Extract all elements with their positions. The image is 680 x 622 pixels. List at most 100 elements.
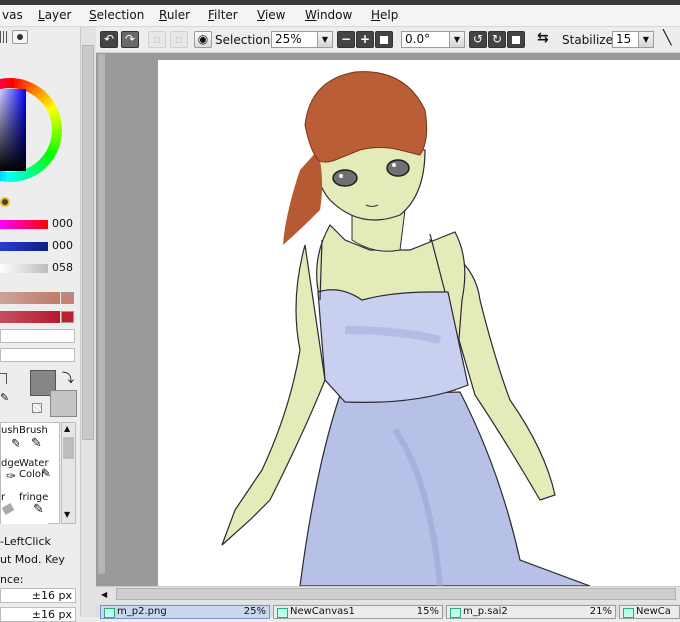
rotation-select[interactable]: 0.0° ▼: [401, 31, 465, 48]
horizontal-scroll-thumb[interactable]: [116, 588, 676, 600]
scroll-left-icon[interactable]: ◀: [101, 590, 107, 599]
stabilizer-value: 15: [616, 32, 632, 46]
minus-icon: −: [340, 32, 352, 46]
tool-label: ush: [1, 425, 19, 436]
deselect-icon: ▫: [152, 32, 162, 46]
tool-label: Brush: [19, 425, 48, 436]
artwork-illustration: [221, 71, 591, 586]
plus-icon: +: [359, 32, 371, 46]
swatch-box-1[interactable]: [61, 292, 74, 304]
tool-watercolor[interactable]: Water Color ✎: [19, 458, 52, 490]
menu-ruler[interactable]: Ruler: [159, 8, 190, 22]
rotate-left-button[interactable]: ↺: [469, 31, 487, 48]
undo-icon: ↶: [103, 32, 115, 46]
tool-brush-2[interactable]: Brush ✎: [19, 425, 48, 457]
document-tab-bar: m_p2.png 25% NewCanvas1 15% m_p.sai2 21% Ne…: [96, 604, 680, 619]
scroll-up-icon[interactable]: ▲: [64, 424, 70, 433]
size-field-1[interactable]: ±16 px: [0, 588, 76, 603]
circle-icon: [17, 34, 23, 40]
scroll-down-icon[interactable]: ▼: [64, 510, 70, 519]
tool-fringe[interactable]: fringe ✎: [19, 492, 48, 524]
menu-help[interactable]: Help: [371, 8, 398, 22]
scroll-thumb[interactable]: [63, 437, 74, 459]
redo-icon: ↷: [124, 32, 136, 46]
zoom-reset-button[interactable]: [375, 31, 393, 48]
zoom-select[interactable]: 25% ▼: [271, 31, 333, 48]
line-tool-icon[interactable]: ╲: [663, 30, 671, 46]
undo-button[interactable]: ↶: [100, 31, 118, 48]
flip-horizontal-icon[interactable]: ⇆: [537, 30, 549, 46]
menu-bar: vas Layer Selection Ruler Filter View Wi…: [0, 5, 680, 27]
stabilizer-select[interactable]: 15 ▼: [612, 31, 654, 48]
brush-icon: ✎: [31, 436, 42, 451]
rotate-right-icon: ↻: [491, 32, 503, 46]
blue-value: 058: [52, 261, 73, 274]
swatch-bar-2[interactable]: [0, 311, 60, 323]
stabilizer-label: Stabilizer: [562, 33, 618, 47]
selection-visibility-button[interactable]: ◉: [194, 31, 212, 48]
background-color[interactable]: [50, 390, 77, 417]
tab-zoom: 15%: [416, 606, 439, 617]
transparent-color-icon[interactable]: [32, 403, 42, 413]
swatch-box-2[interactable]: [61, 311, 74, 323]
red-value: 000: [52, 217, 73, 230]
square-icon: [380, 36, 388, 44]
tab-zoom: 25%: [243, 606, 266, 617]
tab-label: NewCanvas1: [290, 606, 355, 617]
zoom-in-button[interactable]: +: [356, 31, 374, 48]
deselect-button[interactable]: ▫: [148, 31, 166, 48]
tool-scrollbar[interactable]: ▲ ▼: [61, 422, 76, 524]
selection-label: Selection: [215, 33, 271, 47]
swatch-field-1[interactable]: [0, 329, 75, 343]
left-panel-scroll-thumb[interactable]: [82, 45, 94, 440]
chevron-down-icon: ▼: [449, 32, 464, 47]
blue-slider[interactable]: [0, 264, 48, 273]
menu-canvas[interactable]: vas: [2, 8, 23, 22]
swap-colors-icon[interactable]: ⤵: [62, 369, 74, 386]
eraser-icon: [1, 503, 15, 515]
menu-layer[interactable]: Layer: [38, 8, 71, 22]
redo-button[interactable]: ↷: [121, 31, 139, 48]
green-value: 000: [52, 239, 73, 252]
main-toolbar: ↶ ↷ ▫ ▫ ◉ Selection 25% ▼ − + 0.0° ▼ ↺ ↻ ⇆…: [96, 27, 680, 53]
tab-label: m_p2.png: [117, 606, 167, 617]
menu-filter[interactable]: Filter: [208, 8, 238, 22]
tab-label: m_p.sai2: [463, 606, 508, 617]
size-field-2[interactable]: ±16 px: [0, 607, 76, 622]
menu-window[interactable]: Window: [305, 8, 352, 22]
tab-label: NewCa: [636, 606, 671, 617]
edge-icon: ✑: [6, 469, 17, 483]
grid-icon[interactable]: [0, 31, 8, 43]
eye-icon: ◉: [197, 32, 209, 46]
menu-view[interactable]: View: [257, 8, 285, 22]
chevron-down-icon: ▼: [638, 32, 653, 47]
invert-icon: ▫: [174, 32, 184, 46]
invert-selection-button[interactable]: ▫: [170, 31, 188, 48]
swatch-bar-1[interactable]: [0, 292, 60, 304]
color-wheel[interactable]: [0, 47, 80, 217]
menu-selection[interactable]: Selection: [89, 8, 144, 22]
chevron-down-icon: ▼: [317, 32, 332, 47]
tool-label: dge: [1, 458, 20, 469]
swatch-field-2[interactable]: [0, 348, 75, 362]
rotate-right-button[interactable]: ↻: [488, 31, 506, 48]
zoom-out-button[interactable]: −: [337, 31, 355, 48]
pen-icon[interactable]: ✎: [0, 391, 9, 404]
swap-corner-icon: [0, 373, 7, 384]
tool-grid: ush ✎ Brush ✎ dge ✑ Water Color ✎ r fringe ✎: [0, 422, 60, 524]
watercolor-icon: ✎: [41, 466, 52, 480]
canvas-vertical-scroll[interactable]: [98, 54, 105, 574]
distance-label: nce:: [0, 573, 24, 586]
option-mod-key: ut Mod. Key: [0, 553, 65, 566]
green-slider[interactable]: [0, 242, 48, 251]
rotation-reset-button[interactable]: [507, 31, 525, 48]
square-icon: [512, 36, 520, 44]
color-mode-button[interactable]: [12, 30, 28, 44]
tab-zoom: 21%: [589, 606, 612, 617]
rotation-value: 0.0°: [405, 32, 431, 46]
tool-label: r: [1, 492, 6, 503]
drawing-canvas[interactable]: [158, 60, 680, 586]
zoom-value: 25%: [275, 32, 302, 46]
fringe-icon: ✎: [33, 502, 44, 517]
red-slider[interactable]: [0, 220, 48, 229]
